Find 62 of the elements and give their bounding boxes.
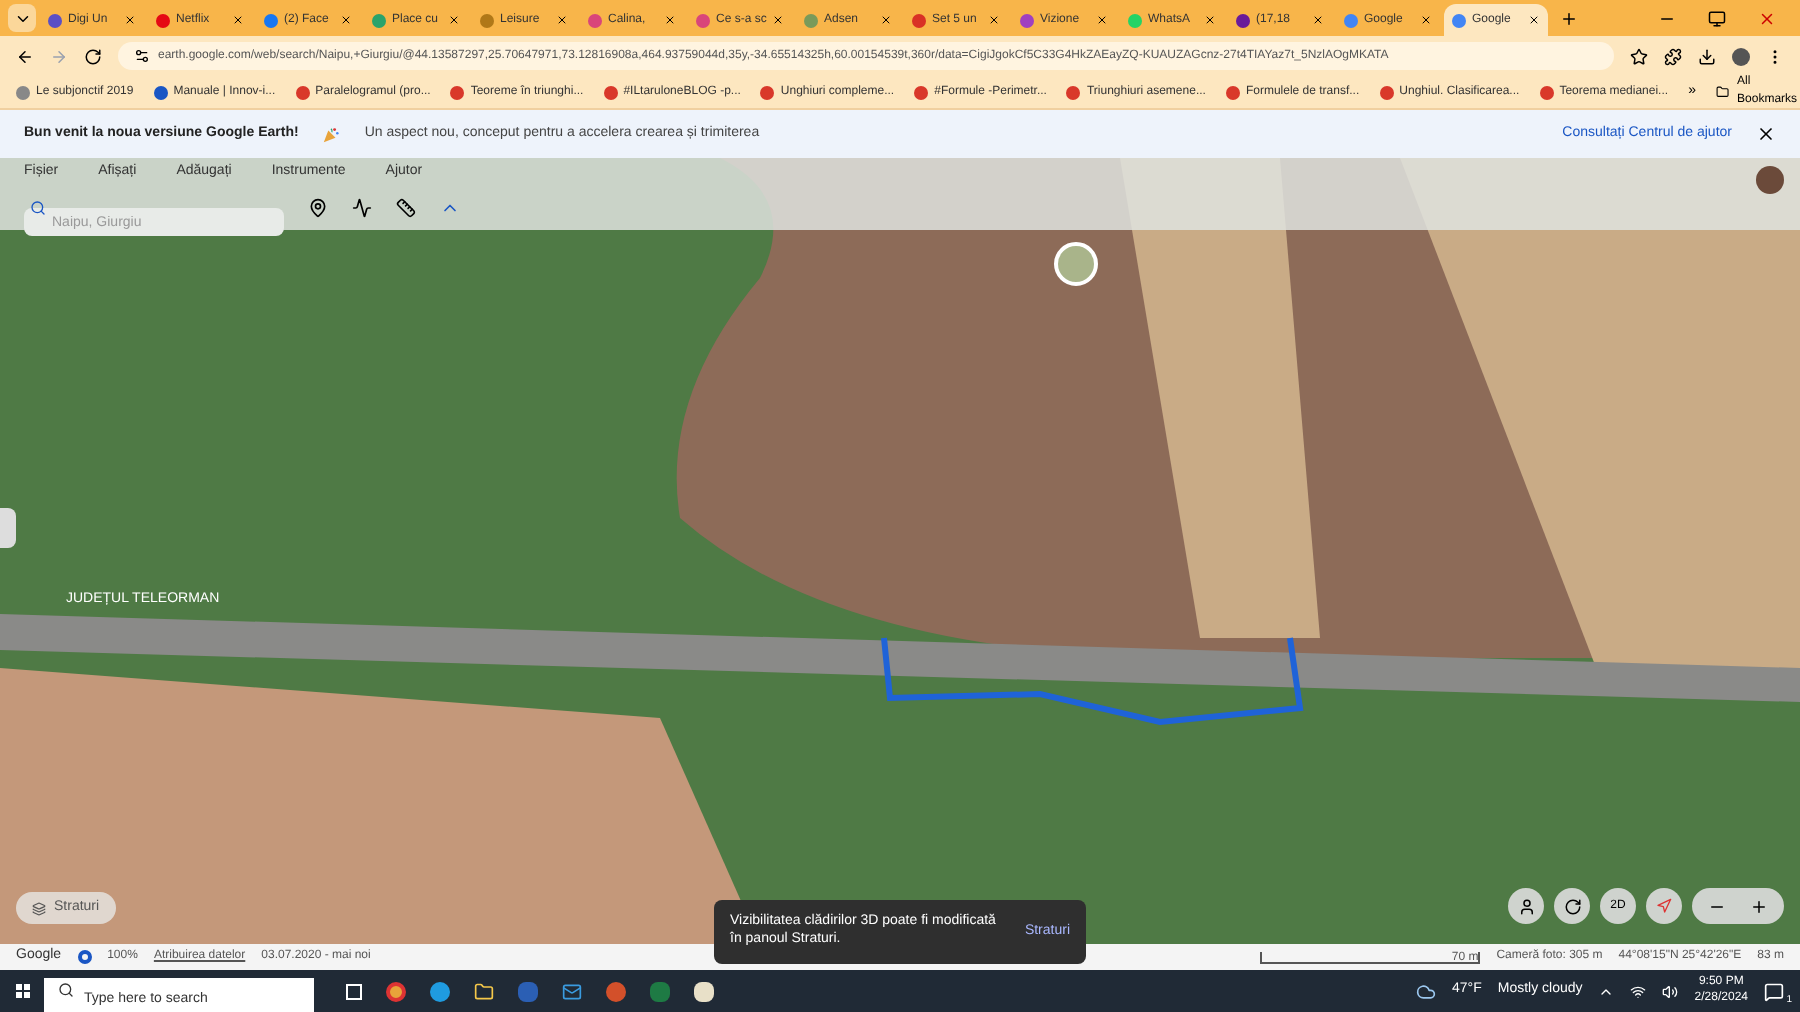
close-icon[interactable] xyxy=(1420,14,1432,26)
weather-icon xyxy=(1416,981,1437,1001)
volume-icon[interactable] xyxy=(1662,983,1679,999)
close-icon[interactable] xyxy=(1204,14,1216,26)
close-icon[interactable] xyxy=(880,14,892,26)
profile-avatar[interactable] xyxy=(1732,47,1750,65)
close-icon[interactable] xyxy=(988,14,1000,26)
task-view-icon[interactable] xyxy=(346,983,362,999)
close-icon[interactable] xyxy=(1756,124,1776,144)
party-popper-icon xyxy=(322,125,341,143)
path-icon[interactable] xyxy=(352,197,372,217)
file-explorer-icon[interactable] xyxy=(474,981,494,1001)
close-icon[interactable] xyxy=(448,14,460,26)
close-icon[interactable] xyxy=(1528,14,1540,26)
bookmark-favicon-icon xyxy=(1225,85,1240,99)
folder-icon xyxy=(1715,84,1730,100)
side-panel-handle[interactable] xyxy=(0,508,16,548)
extensions-icon[interactable] xyxy=(1664,47,1682,65)
bookmark-favicon-icon xyxy=(450,85,465,99)
bookmark-favicon-icon xyxy=(1379,85,1394,99)
mail-icon[interactable] xyxy=(562,981,582,1001)
edge-app-icon[interactable] xyxy=(430,981,450,1001)
close-icon[interactable] xyxy=(664,14,676,26)
zoom-in-icon[interactable] xyxy=(1750,897,1768,915)
bookmark-favicon-icon xyxy=(914,85,929,99)
store-app-icon[interactable] xyxy=(694,981,714,1001)
bookmark-favicon-icon xyxy=(1066,85,1081,99)
excel-app-icon[interactable] xyxy=(650,981,670,1001)
search-icon xyxy=(58,982,74,998)
bookmark-favicon-icon xyxy=(295,85,310,99)
close-icon[interactable] xyxy=(772,14,785,26)
search-icon xyxy=(30,199,46,215)
reload-icon[interactable] xyxy=(84,47,102,65)
close-icon[interactable] xyxy=(340,14,352,26)
bookmark-favicon-icon xyxy=(153,85,168,99)
bookmark-favicon-icon xyxy=(760,85,775,99)
new-tab-icon[interactable] xyxy=(1560,10,1578,28)
person-icon xyxy=(1517,897,1535,915)
browser-app-icon[interactable] xyxy=(386,981,406,1001)
download-icon[interactable] xyxy=(1698,47,1716,65)
site-settings-icon[interactable] xyxy=(134,48,150,64)
powerpoint-app-icon[interactable] xyxy=(606,981,626,1001)
loading-ring-icon xyxy=(77,950,92,964)
placemark-icon[interactable] xyxy=(308,197,328,217)
close-icon[interactable] xyxy=(124,14,136,26)
close-icon[interactable] xyxy=(556,14,568,26)
bookmark-favicon-icon xyxy=(16,85,30,99)
user-avatar[interactable] xyxy=(1756,166,1784,194)
bookmark-star-icon[interactable] xyxy=(1630,47,1648,65)
close-icon[interactable] xyxy=(1096,14,1108,26)
close-icon[interactable] xyxy=(1312,14,1324,26)
compass-icon xyxy=(1656,898,1672,914)
close-icon[interactable] xyxy=(232,14,244,26)
bookmark-favicon-icon xyxy=(603,85,618,99)
rotate-icon xyxy=(1563,897,1581,915)
bookmark-favicon-icon xyxy=(1539,85,1554,99)
back-icon[interactable] xyxy=(16,47,34,65)
ruler-icon[interactable] xyxy=(396,197,416,217)
network-icon[interactable] xyxy=(1630,983,1647,999)
layers-icon xyxy=(32,901,46,915)
notification-icon xyxy=(1764,981,1784,1001)
tab-search-button[interactable] xyxy=(8,4,36,32)
